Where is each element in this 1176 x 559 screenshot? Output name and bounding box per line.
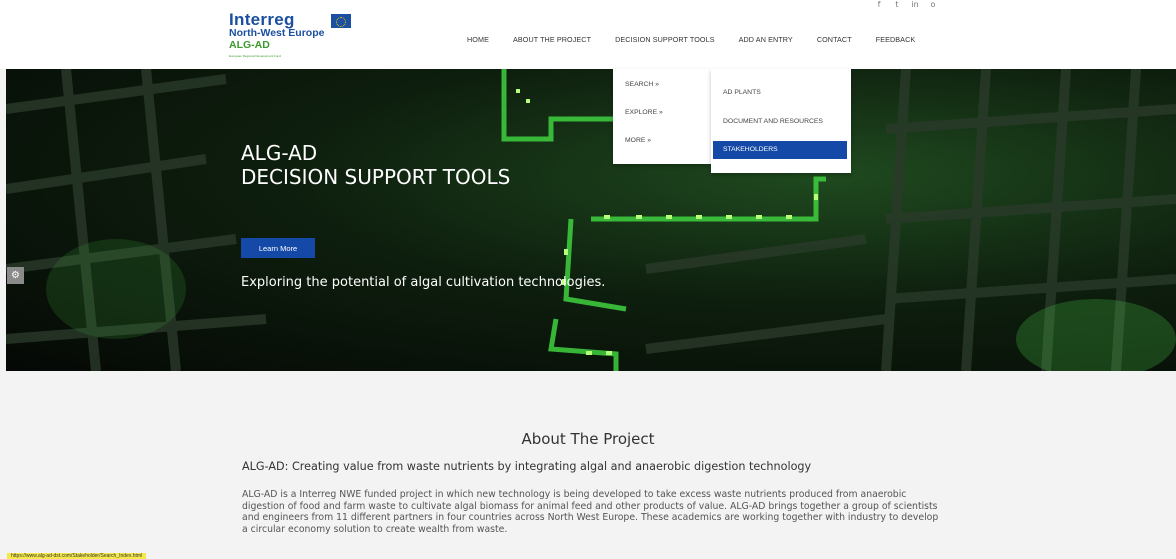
hero-title-line1: ALG-AD bbox=[241, 141, 318, 165]
maze-background-image bbox=[6, 69, 1176, 371]
menu-item-more[interactable]: MORE » bbox=[625, 137, 651, 144]
nav-about[interactable]: ABOUT THE PROJECT bbox=[513, 35, 591, 44]
search-submenu: AD PLANTS DOCUMENT AND RESOURCES STAKEHO… bbox=[711, 69, 851, 173]
nav-home[interactable]: HOME bbox=[467, 35, 489, 44]
instagram-icon[interactable]: o bbox=[926, 0, 940, 9]
logo-project-text: ALG-AD bbox=[229, 39, 270, 51]
linkedin-icon[interactable]: in bbox=[908, 0, 922, 9]
hero-title-line2: DECISION SUPPORT TOOLS bbox=[241, 165, 511, 189]
menu-item-explore[interactable]: EXPLORE » bbox=[625, 109, 663, 116]
logo-region-text: North-West Europe bbox=[229, 27, 325, 39]
hero-banner: ALG-AD DECISION SUPPORT TOOLS Learn More… bbox=[6, 69, 1176, 371]
twitter-icon[interactable]: t bbox=[890, 0, 904, 9]
nav-feedback[interactable]: FEEDBACK bbox=[876, 35, 916, 44]
menu-item-document-resources[interactable]: DOCUMENT AND RESOURCES bbox=[723, 118, 823, 125]
about-section-body: ALG-AD is a Interreg NWE funded project … bbox=[242, 489, 939, 535]
decision-tools-dropdown: SEARCH » EXPLORE » MORE » bbox=[613, 69, 711, 164]
eu-flag-icon bbox=[331, 14, 351, 28]
nav-contact[interactable]: CONTACT bbox=[817, 35, 852, 44]
facebook-icon[interactable]: f bbox=[872, 0, 886, 9]
status-bar-url: https://www.alg-ad-dst.com/Stakeholder/S… bbox=[7, 553, 147, 559]
menu-item-ad-plants[interactable]: AD PLANTS bbox=[723, 89, 761, 96]
logo-fund-text: European Regional Development Fund bbox=[229, 54, 281, 58]
learn-more-button[interactable]: Learn More bbox=[241, 238, 315, 258]
nav-decision-support-tools[interactable]: DECISION SUPPORT TOOLS bbox=[615, 35, 715, 44]
menu-item-search[interactable]: SEARCH » bbox=[625, 81, 659, 88]
hero-subtitle: Exploring the potential of algal cultiva… bbox=[241, 275, 606, 290]
about-section-subtitle: ALG-AD: Creating value from waste nutrie… bbox=[242, 460, 812, 473]
about-section-title: About The Project bbox=[521, 430, 655, 448]
social-links: f t in o bbox=[872, 0, 940, 9]
nav-add-entry[interactable]: ADD AN ENTRY bbox=[739, 35, 793, 44]
hero-title: ALG-AD DECISION SUPPORT TOOLS bbox=[241, 141, 510, 189]
main-nav: HOME ABOUT THE PROJECT DECISION SUPPORT … bbox=[467, 35, 915, 44]
menu-item-stakeholders[interactable]: STAKEHOLDERS bbox=[713, 141, 847, 159]
settings-gear-icon[interactable]: ⚙ bbox=[7, 267, 24, 284]
site-header: Interreg North-West Europe ALG-AD Europe… bbox=[0, 0, 1176, 69]
interreg-logo[interactable]: Interreg North-West Europe ALG-AD Europe… bbox=[229, 10, 351, 64]
